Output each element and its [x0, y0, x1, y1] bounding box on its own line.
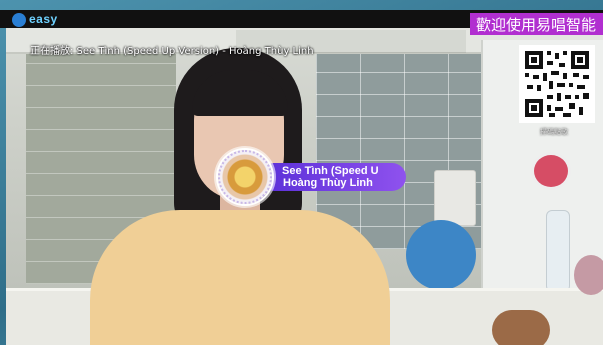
blue-bowl: [406, 220, 476, 290]
hand-foreground: [492, 310, 550, 345]
now-playing-label: 正在播放: See Tình (Speed Up Version) - Hoàn…: [30, 46, 314, 57]
bottle: [546, 210, 570, 292]
qr-code: [519, 45, 595, 123]
qr-code-icon: [519, 45, 595, 123]
welcome-banner-text: 歡迎使用易唱智能: [476, 16, 597, 34]
screen-frame: easy 正在播放: See Tình (Speed Up Version) -…: [0, 0, 603, 345]
logo-text: easy: [29, 12, 58, 26]
song-title: See Tình (Speed U: [282, 165, 379, 177]
wall-clock: [531, 152, 571, 190]
welcome-banner: 歡迎使用易唱智能: [470, 13, 603, 35]
qr-caption: 掃碼點歌: [540, 128, 568, 136]
app-logo: easy: [12, 10, 82, 36]
album-disc-icon: [218, 150, 272, 204]
flowers: [574, 255, 603, 295]
person-shirt: [90, 210, 390, 345]
song-artist: Hoàng Thùy Linh: [283, 177, 373, 189]
logo-mic-icon: [12, 13, 26, 27]
kitchen-canister: [434, 170, 476, 226]
